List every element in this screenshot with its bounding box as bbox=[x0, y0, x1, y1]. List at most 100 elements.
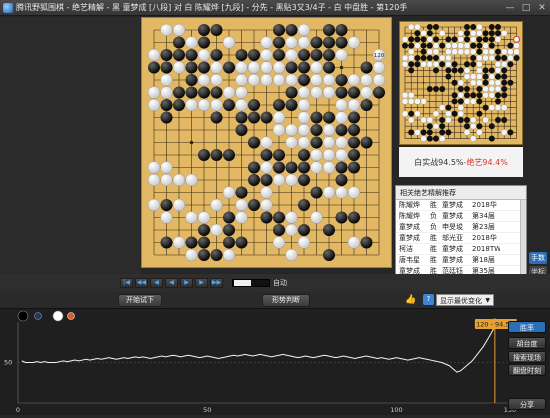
first-move-button[interactable]: |◀ bbox=[120, 278, 133, 288]
move-slider[interactable] bbox=[232, 279, 270, 287]
forward-button[interactable]: ▶ bbox=[195, 278, 208, 288]
close-icon[interactable]: ✕ bbox=[534, 1, 550, 15]
black-stone bbox=[408, 36, 415, 43]
white-stone bbox=[347, 73, 361, 87]
black-stone bbox=[298, 199, 310, 211]
white-stone bbox=[235, 198, 248, 212]
white-stone bbox=[147, 98, 161, 112]
list-item[interactable]: 陈耀烨 负童梦成 第34届 bbox=[396, 211, 526, 222]
black-stone bbox=[160, 236, 173, 249]
white-stone bbox=[494, 104, 502, 111]
black-stone bbox=[433, 36, 439, 43]
white-stone bbox=[494, 79, 502, 86]
black-stone bbox=[495, 24, 501, 30]
turnaround-button[interactable]: 翻盘时刻 bbox=[508, 364, 546, 376]
volatility-button[interactable]: 胡台度 bbox=[508, 337, 546, 349]
white-stone bbox=[285, 173, 298, 187]
black-stone bbox=[235, 111, 248, 124]
title-bar: 腾讯野狐围棋 - 绝艺精解 - 黑 童梦成 [八段] 对 白 陈耀烨 [九段] … bbox=[0, 0, 550, 16]
black-stone bbox=[495, 55, 501, 61]
black-stone bbox=[445, 67, 452, 74]
white-stone bbox=[476, 30, 483, 37]
white-stone bbox=[222, 248, 236, 262]
step-forward-button[interactable]: ▶ bbox=[180, 278, 193, 288]
like-icon[interactable]: 👍 bbox=[405, 294, 417, 306]
white-stone bbox=[322, 161, 336, 174]
step-back-button[interactable]: ◀ bbox=[165, 278, 178, 288]
black-stone bbox=[210, 86, 223, 99]
trial-button[interactable]: 开始试下 bbox=[118, 294, 162, 307]
white-stone bbox=[501, 129, 508, 136]
auto-play-button[interactable]: 自动 bbox=[273, 277, 293, 289]
white-stone bbox=[297, 111, 311, 124]
black-stone bbox=[348, 86, 360, 99]
white-stone bbox=[310, 161, 323, 174]
black-stone bbox=[198, 224, 210, 236]
black-stone bbox=[488, 135, 495, 142]
win-rate-graph[interactable]: 120 - 94.5% 50 0 50 100 130 胜率 胡台度 搜索现场 翻盘时刻 … bbox=[0, 309, 550, 415]
x-tick-label: 50 bbox=[203, 406, 211, 414]
black-stone bbox=[335, 161, 348, 174]
white-stone bbox=[488, 104, 495, 111]
black-stone bbox=[495, 92, 501, 99]
move-number-button[interactable]: 手数 bbox=[529, 252, 547, 264]
white-stone bbox=[335, 98, 348, 112]
black-stone bbox=[439, 61, 446, 68]
black-stone bbox=[360, 236, 373, 249]
list-item[interactable]: 柯洁 胜童梦成 2018TW bbox=[396, 244, 526, 255]
list-cell: 陈耀烨 bbox=[399, 201, 420, 209]
white-stone bbox=[235, 211, 248, 224]
win-rate-chart[interactable]: 120 - 94.5%500 50 100 130 bbox=[0, 309, 550, 415]
white-stone bbox=[401, 110, 409, 117]
white-stone bbox=[260, 48, 273, 62]
list-item[interactable]: 童梦成 负申旻埈 第23届 bbox=[396, 222, 526, 233]
fast-forward-button[interactable]: ▶▶ bbox=[210, 278, 223, 288]
list-item[interactable]: 唐韦星 胜童梦成 第18届 bbox=[396, 255, 526, 266]
back-button[interactable]: ◀ bbox=[150, 278, 163, 288]
black-stone bbox=[451, 67, 458, 74]
variant-select[interactable]: 显示最优变化 ▼ bbox=[436, 294, 494, 306]
black-stone bbox=[433, 86, 439, 92]
white-stone bbox=[297, 86, 311, 99]
white-stone bbox=[501, 30, 508, 37]
black-stone bbox=[198, 61, 210, 74]
white-stone bbox=[507, 48, 514, 55]
white-mark-icon bbox=[67, 312, 75, 320]
black-stone bbox=[501, 92, 508, 99]
list-item[interactable]: 陈耀烨 胜童梦成 2018华 bbox=[396, 200, 526, 211]
recommend-list-header: 相关绝艺精解推荐 bbox=[396, 186, 526, 200]
white-stone bbox=[260, 161, 273, 174]
white-stone bbox=[160, 23, 173, 37]
white-stone bbox=[222, 36, 236, 49]
list-cell: 申旻埈 bbox=[442, 223, 463, 231]
black-stone bbox=[273, 36, 285, 49]
board-grid[interactable]: 120 bbox=[142, 18, 391, 267]
black-stone bbox=[488, 67, 495, 74]
white-stone bbox=[476, 54, 483, 62]
black-stone bbox=[285, 24, 298, 36]
white-stone bbox=[147, 198, 161, 212]
maximize-icon[interactable]: □ bbox=[518, 1, 534, 15]
black-stone bbox=[445, 36, 452, 43]
black-stone bbox=[185, 86, 198, 99]
white-stone bbox=[470, 48, 477, 55]
search-scene-button[interactable]: 搜索现场 bbox=[508, 351, 546, 363]
white-stone bbox=[401, 61, 409, 68]
black-stone bbox=[185, 236, 198, 249]
go-board[interactable]: 120 bbox=[141, 17, 392, 268]
list-item[interactable]: 童梦成 胜邬光亚 2018华 bbox=[396, 233, 526, 244]
white-stone bbox=[457, 36, 464, 43]
slider-knob[interactable] bbox=[234, 280, 251, 286]
star-point bbox=[189, 140, 194, 145]
black-stone bbox=[426, 24, 433, 30]
black-stone bbox=[223, 61, 235, 74]
win-rate-button[interactable]: 胜率 bbox=[508, 321, 546, 333]
judge-button[interactable]: 形势判断 bbox=[262, 294, 310, 307]
white-stone bbox=[439, 54, 446, 62]
help-icon[interactable]: ? bbox=[423, 294, 434, 305]
minimize-icon[interactable]: — bbox=[502, 1, 518, 15]
fast-back-button[interactable]: ◀◀ bbox=[135, 278, 148, 288]
white-stone bbox=[372, 61, 386, 74]
share-button[interactable]: 分享 bbox=[508, 398, 546, 410]
white-stone bbox=[482, 85, 489, 93]
